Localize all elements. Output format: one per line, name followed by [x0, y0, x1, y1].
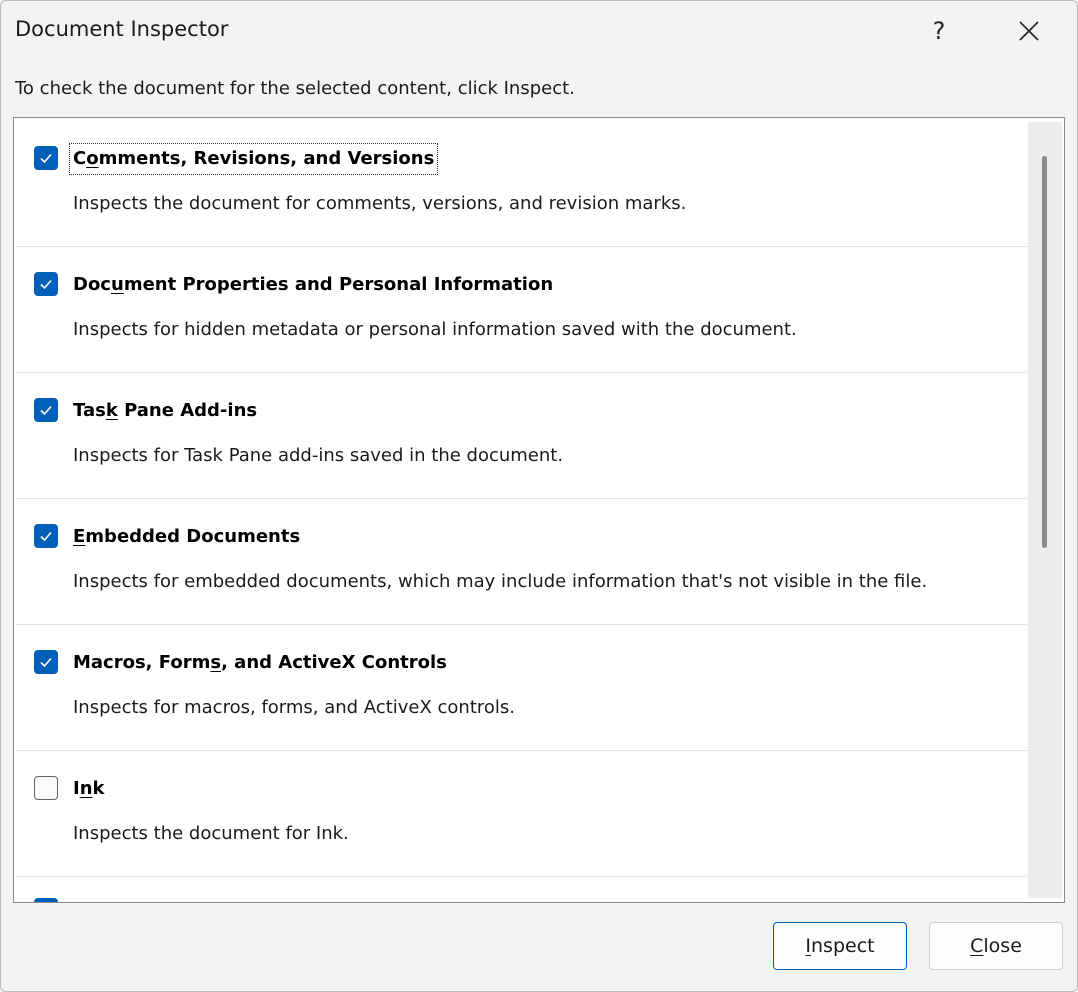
partially-visible-checkbox[interactable]: [34, 898, 58, 902]
checkbox[interactable]: [34, 272, 58, 296]
option-description: Inspects for macros, forms, and ActiveX …: [73, 697, 516, 718]
inspection-options-list[interactable]: Comments, Revisions, and Versions Inspec…: [13, 117, 1065, 903]
check-icon: [40, 279, 52, 290]
option-description: Inspects for embedded documents, which m…: [73, 571, 928, 592]
checkbox[interactable]: [34, 776, 58, 800]
option-embedded-documents[interactable]: Embedded Documents Inspects for embedded…: [16, 500, 1027, 625]
option-label[interactable]: Ink: [72, 776, 106, 802]
close-icon[interactable]: [1007, 11, 1051, 51]
check-icon: [40, 531, 52, 542]
option-label[interactable]: Document Properties and Personal Informa…: [72, 272, 554, 298]
scrollbar-thumb[interactable]: [1042, 156, 1047, 548]
check-icon: [40, 657, 52, 668]
option-task-pane-addins[interactable]: Task Pane Add-ins Inspects for Task Pane…: [16, 374, 1027, 499]
option-label[interactable]: Macros, Forms, and ActiveX Controls: [72, 650, 448, 676]
option-macros-forms-activex[interactable]: Macros, Forms, and ActiveX Controls Insp…: [16, 626, 1027, 751]
option-document-properties[interactable]: Document Properties and Personal Informa…: [16, 248, 1027, 373]
inspect-button[interactable]: Inspect: [773, 922, 907, 970]
option-ink[interactable]: Ink Inspects the document for Ink.: [16, 752, 1027, 877]
option-description: Inspects for hidden metadata or personal…: [73, 319, 797, 340]
option-description: Inspects the document for comments, vers…: [73, 193, 687, 214]
help-button[interactable]: ?: [919, 11, 959, 51]
instruction-text: To check the document for the selected c…: [15, 78, 575, 99]
title-bar: Document Inspector ?: [1, 1, 1077, 61]
option-label[interactable]: Task Pane Add-ins: [72, 398, 258, 424]
option-label[interactable]: Embedded Documents: [72, 524, 301, 550]
option-description: Inspects the document for Ink.: [73, 823, 349, 844]
document-inspector-dialog: Document Inspector ? To check the docume…: [0, 0, 1078, 992]
checkbox[interactable]: [34, 524, 58, 548]
close-button[interactable]: Close: [929, 922, 1063, 970]
checkbox[interactable]: [34, 650, 58, 674]
option-comments-revisions-versions[interactable]: Comments, Revisions, and Versions Inspec…: [16, 122, 1027, 247]
check-icon: [40, 153, 52, 164]
option-description: Inspects for Task Pane add-ins saved in …: [73, 445, 564, 466]
checkbox[interactable]: [34, 146, 58, 170]
check-icon: [40, 405, 52, 416]
option-label[interactable]: Comments, Revisions, and Versions: [68, 143, 439, 175]
checkbox[interactable]: [34, 398, 58, 422]
dialog-title: Document Inspector: [15, 17, 229, 41]
